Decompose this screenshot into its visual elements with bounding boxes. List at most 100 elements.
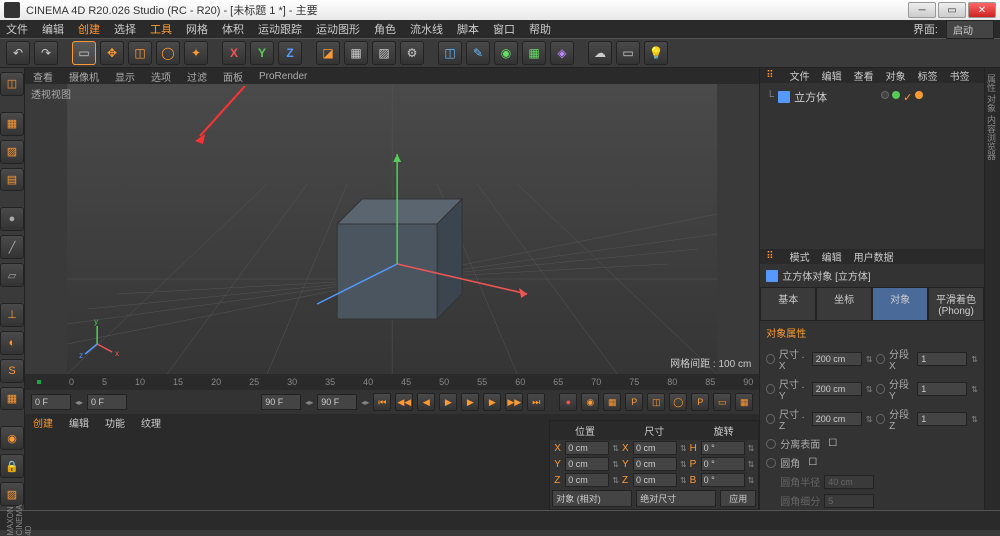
vp-tab-1[interactable]: 摄像机 bbox=[69, 69, 99, 84]
play-back[interactable]: ▶ bbox=[439, 393, 457, 411]
workplane-snap[interactable]: ▦ bbox=[0, 387, 24, 411]
y-axis-toggle[interactable]: Y bbox=[250, 41, 274, 65]
misc-tool[interactable]: ▨ bbox=[0, 482, 24, 506]
btab-1[interactable]: 编辑 bbox=[69, 415, 89, 430]
menu-3[interactable]: 选择 bbox=[114, 21, 136, 37]
subtab-2[interactable]: 对象 bbox=[872, 287, 928, 321]
vp-tab-0[interactable]: 查看 bbox=[33, 69, 53, 84]
btab-3[interactable]: 纹理 bbox=[141, 415, 161, 430]
viewport[interactable]: 透视视图 bbox=[25, 84, 759, 374]
viewport-solo[interactable]: ◉ bbox=[0, 426, 24, 450]
menu-5[interactable]: 网格 bbox=[186, 21, 208, 37]
render-view[interactable]: ▦ bbox=[344, 41, 368, 65]
light-tool[interactable]: 💡 bbox=[644, 41, 668, 65]
subtab-3[interactable]: 平滑着色(Phong) bbox=[928, 287, 984, 321]
environment[interactable]: ☁ bbox=[588, 41, 612, 65]
layout-dropdown[interactable]: 启动 bbox=[946, 20, 994, 39]
menu-10[interactable]: 流水线 bbox=[410, 21, 443, 37]
subtab-1[interactable]: 坐标 bbox=[816, 287, 872, 321]
coord-system[interactable]: ◪ bbox=[316, 41, 340, 65]
key-rot[interactable]: ◯ bbox=[669, 393, 687, 411]
goto-start[interactable]: ⏮ bbox=[373, 393, 391, 411]
timeline-ruler[interactable]: 051015202530354045505560657075808590 bbox=[25, 374, 759, 390]
coord-mode-dropdown[interactable]: 对象 (相对) bbox=[552, 490, 632, 507]
range-end-field[interactable] bbox=[317, 394, 357, 410]
vis-editor-dot[interactable] bbox=[881, 91, 889, 99]
z-axis-toggle[interactable]: Z bbox=[278, 41, 302, 65]
menu-6[interactable]: 体积 bbox=[222, 21, 244, 37]
btab-2[interactable]: 功能 bbox=[105, 415, 125, 430]
vp-tab-6[interactable]: ProRender bbox=[259, 71, 307, 82]
menu-4[interactable]: 工具 bbox=[150, 21, 172, 37]
vis-render-dot[interactable] bbox=[892, 91, 900, 99]
model-mode[interactable]: ▦ bbox=[0, 112, 24, 136]
size-mode-dropdown[interactable]: 绝对尺寸 bbox=[636, 490, 716, 507]
menu-2[interactable]: 创建 bbox=[78, 21, 100, 37]
menu-9[interactable]: 角色 bbox=[374, 21, 396, 37]
menu-11[interactable]: 脚本 bbox=[457, 21, 479, 37]
menu-1[interactable]: 编辑 bbox=[42, 21, 64, 37]
snap-toggle[interactable]: S bbox=[0, 359, 24, 383]
x-axis-toggle[interactable]: X bbox=[222, 41, 246, 65]
close-button[interactable]: ✕ bbox=[968, 2, 996, 18]
vp-tab-2[interactable]: 显示 bbox=[115, 69, 135, 84]
next-key[interactable]: ▶▶ bbox=[505, 393, 523, 411]
next-frame[interactable]: ▶ bbox=[483, 393, 501, 411]
make-editable[interactable]: ◫ bbox=[0, 72, 24, 96]
tweak-mode[interactable]: ◐ bbox=[0, 331, 24, 355]
subtab-0[interactable]: 基本 bbox=[760, 287, 816, 321]
key-selection[interactable]: ▦ bbox=[603, 393, 621, 411]
menu-8[interactable]: 运动图形 bbox=[316, 21, 360, 37]
start-frame-field[interactable] bbox=[31, 394, 71, 410]
current-frame-field[interactable] bbox=[87, 394, 127, 410]
goto-end[interactable]: ⏭ bbox=[527, 393, 545, 411]
menu-7[interactable]: 运动跟踪 bbox=[258, 21, 302, 37]
key-pla[interactable]: ▭ bbox=[713, 393, 731, 411]
poly-mode[interactable]: ▱ bbox=[0, 263, 24, 287]
array-tool[interactable]: ▦ bbox=[522, 41, 546, 65]
cube-primitive[interactable]: ◫ bbox=[438, 41, 462, 65]
workplane[interactable]: ▤ bbox=[0, 168, 24, 192]
lock-icon[interactable]: 🔒 bbox=[0, 454, 24, 478]
prev-frame[interactable]: ◀ bbox=[417, 393, 435, 411]
play-forward[interactable]: ▶ bbox=[461, 393, 479, 411]
apply-button[interactable]: 应用 bbox=[720, 490, 756, 507]
menu-0[interactable]: 文件 bbox=[6, 21, 28, 37]
texture-mode[interactable]: ▨ bbox=[0, 140, 24, 164]
key-pos[interactable]: P bbox=[625, 393, 643, 411]
menu-12[interactable]: 窗口 bbox=[493, 21, 515, 37]
phong-tag-icon[interactable] bbox=[915, 91, 923, 99]
record-key[interactable]: ● bbox=[559, 393, 577, 411]
render-region[interactable]: ▨ bbox=[372, 41, 396, 65]
axis-mode[interactable]: ⊥ bbox=[0, 303, 24, 327]
rotate-tool[interactable]: ◯ bbox=[156, 41, 180, 65]
key-scale[interactable]: ◫ bbox=[647, 393, 665, 411]
move-tool[interactable]: ✥ bbox=[100, 41, 124, 65]
autokey[interactable]: ◉ bbox=[581, 393, 599, 411]
btab-0[interactable]: 创建 bbox=[33, 415, 53, 430]
scale-tool[interactable]: ◫ bbox=[128, 41, 152, 65]
key-param[interactable]: P bbox=[691, 393, 709, 411]
nurbs-tool[interactable]: ◉ bbox=[494, 41, 518, 65]
select-tool[interactable]: ▭ bbox=[72, 41, 96, 65]
prev-key[interactable]: ◀◀ bbox=[395, 393, 413, 411]
menu-13[interactable]: 帮助 bbox=[529, 21, 551, 37]
undo-button[interactable]: ↶ bbox=[6, 41, 30, 65]
end-frame-field[interactable] bbox=[261, 394, 301, 410]
key-opts[interactable]: ▦ bbox=[735, 393, 753, 411]
object-tree[interactable]: └ 立方体 ✓ bbox=[760, 83, 984, 249]
point-mode[interactable]: ● bbox=[0, 207, 24, 231]
last-tool[interactable]: ✦ bbox=[184, 41, 208, 65]
maximize-button[interactable]: ▭ bbox=[938, 2, 966, 18]
vp-tab-3[interactable]: 选项 bbox=[151, 69, 171, 84]
redo-button[interactable]: ↷ bbox=[34, 41, 58, 65]
edge-mode[interactable]: ╱ bbox=[0, 235, 24, 259]
render-settings[interactable]: ⚙ bbox=[400, 41, 424, 65]
camera-tool[interactable]: ▭ bbox=[616, 41, 640, 65]
minimize-button[interactable]: ─ bbox=[908, 2, 936, 18]
pen-tool[interactable]: ✎ bbox=[466, 41, 490, 65]
object-tree-item[interactable]: └ 立方体 ✓ bbox=[764, 87, 980, 107]
deformer-tool[interactable]: ◈ bbox=[550, 41, 574, 65]
vp-tab-4[interactable]: 过滤 bbox=[187, 69, 207, 84]
vp-tab-5[interactable]: 面板 bbox=[223, 69, 243, 84]
